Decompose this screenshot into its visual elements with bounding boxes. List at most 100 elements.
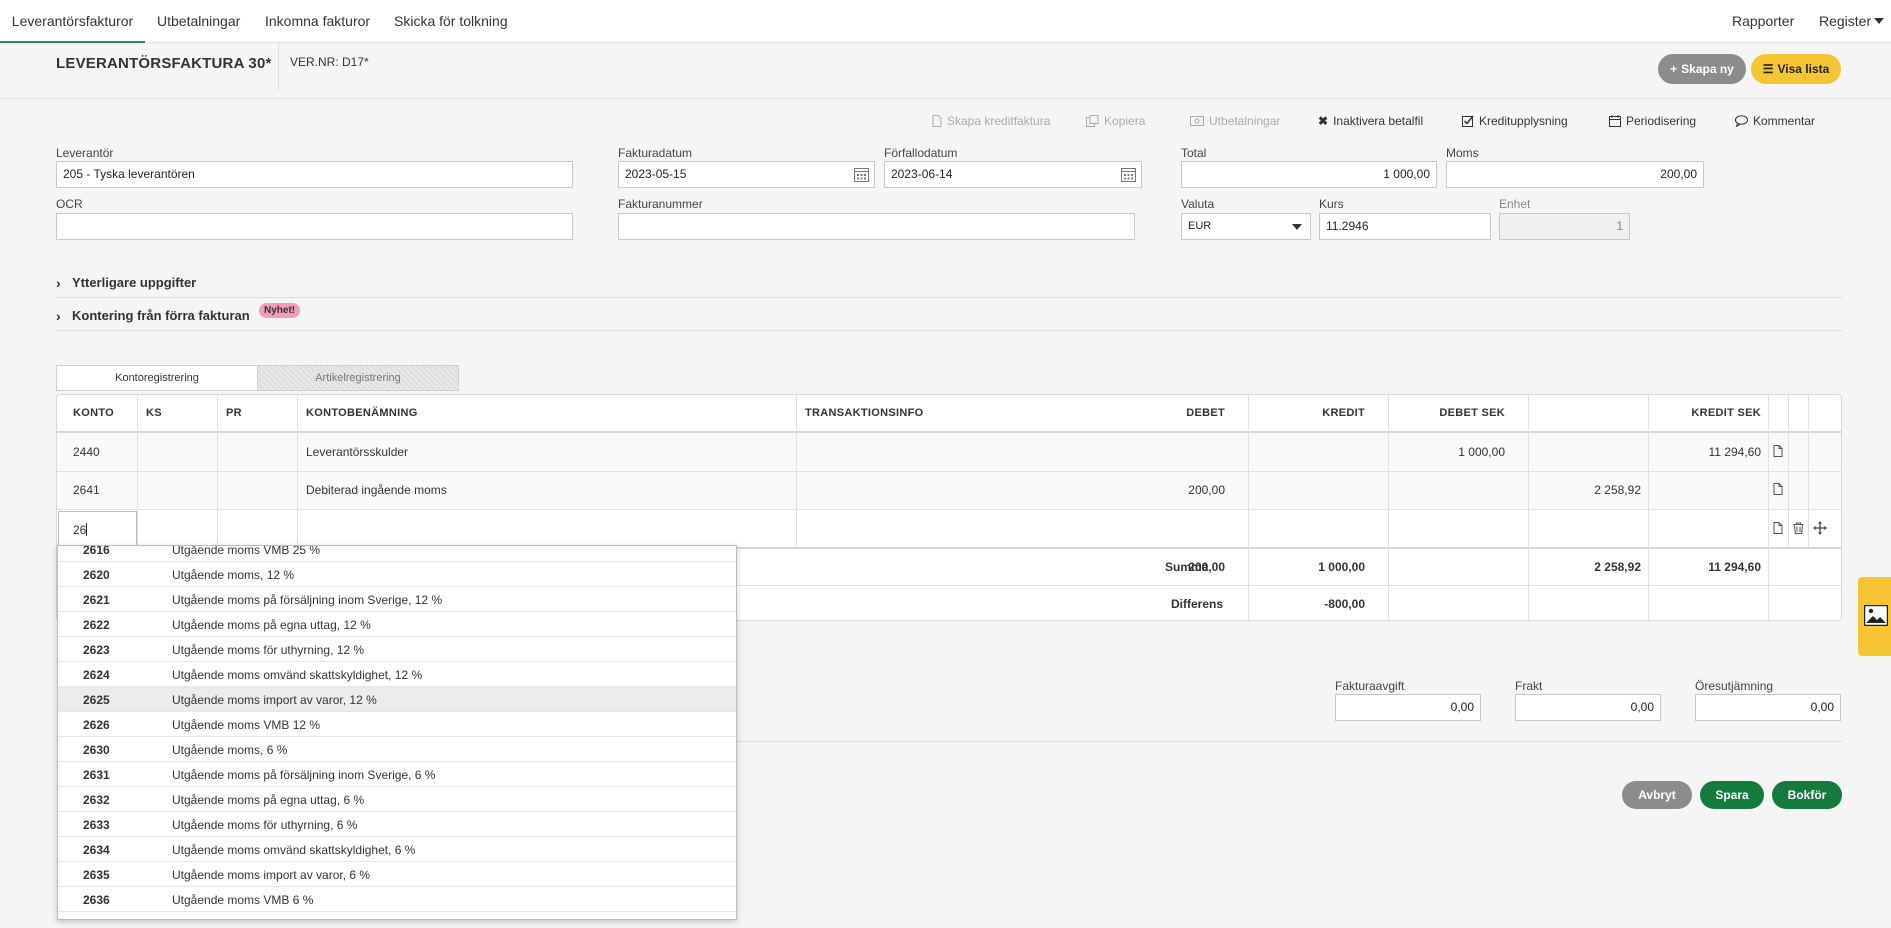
tab-skicka-for-tolkning[interactable]: Skicka för tolkning: [394, 0, 508, 43]
header-konto: KONTO: [73, 407, 115, 419]
comment-icon: [1735, 115, 1748, 127]
rounding-input[interactable]: 0,00: [1695, 694, 1841, 721]
header-account-name: KONTOBENÄMNING: [306, 407, 418, 419]
create-new-button[interactable]: + Skapa ny: [1658, 54, 1746, 84]
dropdown-item[interactable]: 2620 Utgående moms, 12 %: [58, 562, 736, 587]
currency-label: Valuta: [1181, 197, 1215, 211]
invoice-number-input[interactable]: [618, 213, 1135, 240]
due-date-input[interactable]: 2023-06-14: [884, 161, 1142, 188]
calendar-icon: [1609, 115, 1621, 127]
total-label: Total: [1181, 146, 1207, 160]
dropdown-item[interactable]: 2623 Utgående moms för uthyrning, 12 %: [58, 637, 736, 662]
dropdown-item[interactable]: 2621 Utgående moms på försäljning inom Sv…: [58, 587, 736, 612]
dropdown-item[interactable]: 2616 Utgående moms VMB 25 %: [58, 546, 736, 562]
account-name: Utgående moms på försäljning inom Sverig…: [172, 593, 443, 607]
calendar-icon[interactable]: [1121, 167, 1136, 182]
accrual-action[interactable]: Periodisering: [1609, 114, 1696, 128]
invoice-date-input[interactable]: 2023-05-15: [618, 161, 875, 188]
row1-konto[interactable]: 2440: [73, 445, 100, 459]
dropdown-item[interactable]: 2632 Utgående moms på egna uttag, 6 %: [58, 787, 736, 812]
divider: [278, 43, 279, 90]
dropdown-item[interactable]: 2631 Utgående moms på försäljning inom Sv…: [58, 762, 736, 787]
row2-debet-sek: 2 258,92: [1594, 483, 1641, 497]
account-code: 2630: [83, 743, 110, 757]
copy-action[interactable]: Kopiera: [1086, 114, 1145, 128]
nav-rapporter[interactable]: Rapporter: [1732, 0, 1794, 43]
tab-inkomna-fakturor[interactable]: Inkomna fakturor: [265, 0, 370, 43]
account-name: Utgående moms VMB 12 %: [172, 718, 321, 732]
tab-article-registration[interactable]: Artikelregistrering: [257, 365, 459, 391]
section-previous-invoice[interactable]: › Kontering från förra fakturan Nyhet!: [56, 299, 1842, 331]
col-divider: [796, 395, 797, 547]
calendar-icon[interactable]: [854, 167, 869, 182]
section-additional-details[interactable]: › Ytterligare uppgifter: [56, 266, 1842, 298]
dropdown-item[interactable]: 2633 Utgående moms för uthyrning, 6 %: [58, 812, 736, 837]
header-transaction-info: TRANSAKTIONSINFO: [805, 407, 924, 419]
invoice-date-label: Fakturadatum: [618, 146, 693, 160]
tab-utbetalningar[interactable]: Utbetalningar: [157, 0, 240, 43]
rate-input[interactable]: 11.2946: [1319, 213, 1491, 240]
chevron-down-icon[interactable]: [1874, 18, 1884, 24]
konto-input-value: 26: [73, 523, 87, 537]
supplier-input[interactable]: 205 - Tyska leverantören: [56, 161, 573, 188]
tab-leverantorsfakturor[interactable]: Leverantörsfakturor: [0, 0, 145, 43]
move-icon[interactable]: [1813, 521, 1827, 535]
konto-input[interactable]: 26: [58, 511, 137, 547]
show-list-button[interactable]: ☰ Visa lista: [1751, 54, 1841, 84]
chevron-down-icon: [1292, 224, 1302, 230]
accrual-label: Periodisering: [1626, 114, 1697, 128]
freight-label: Frakt: [1515, 679, 1543, 693]
dropdown-item[interactable]: 2636 Utgående moms VMB 6 %: [58, 887, 736, 912]
freight-input[interactable]: 0,00: [1515, 694, 1661, 721]
credit-info-action[interactable]: Kreditupplysning: [1462, 114, 1568, 128]
dropdown-item[interactable]: 2625 Utgående moms import av varor, 12 %: [58, 687, 736, 712]
vat-input[interactable]: 200,00: [1446, 161, 1704, 188]
deactivate-paymentfile-action[interactable]: ✖ Inaktivera betalfil: [1318, 114, 1423, 128]
invoice-fee-input[interactable]: 0,00: [1335, 694, 1481, 721]
row2-debet[interactable]: 200,00: [1188, 483, 1225, 497]
summa-kredit: 1 000,00: [1318, 560, 1365, 574]
dropdown-item[interactable]: 2630 Utgående moms, 6 %: [58, 737, 736, 762]
image-upload-widget[interactable]: [1858, 577, 1891, 656]
row1-account-name: Leverantörsskulder: [306, 445, 409, 459]
account-code: 2633: [83, 818, 110, 832]
save-button[interactable]: Spara: [1700, 781, 1764, 809]
due-date-label: Förfallodatum: [884, 146, 958, 160]
col-divider: [217, 395, 218, 547]
currency-select[interactable]: EUR: [1181, 213, 1311, 240]
create-credit-invoice-action[interactable]: Skapa kreditfaktura: [932, 114, 1050, 128]
dropdown-item[interactable]: 2624 Utgående moms omvänd skattskyldighet…: [58, 662, 736, 687]
header-pr: PR: [226, 407, 242, 419]
document-icon[interactable]: [1773, 522, 1783, 534]
dropdown-item[interactable]: 2622 Utgående moms på egna uttag, 12 %: [58, 612, 736, 637]
document-icon[interactable]: [1773, 483, 1783, 495]
document-icon[interactable]: [1773, 445, 1783, 457]
cancel-button[interactable]: Avbryt: [1622, 781, 1692, 809]
row2-konto[interactable]: 2641: [73, 483, 100, 497]
account-name: Utgående moms på egna uttag, 6 %: [172, 793, 365, 807]
account-name: Utgående moms omvänd skattskyldighet, 12…: [172, 668, 423, 682]
header-kredit-sek: KREDIT SEK: [1691, 407, 1761, 419]
account-name: Utgående moms import av varor, 12 %: [172, 693, 377, 707]
page-title: LEVERANTÖRSFAKTURA 30*: [56, 55, 272, 72]
tab-account-registration[interactable]: Kontoregistrering: [56, 365, 258, 391]
account-code: 2634: [83, 843, 110, 857]
trash-icon[interactable]: [1793, 522, 1804, 534]
invoice-date-value: 2023-05-15: [625, 167, 687, 181]
divider: [737, 741, 1842, 742]
row1-kredit[interactable]: 1 000,00: [1458, 445, 1505, 459]
total-input[interactable]: 1 000,00: [1181, 161, 1437, 188]
dropdown-item[interactable]: 2634 Utgående moms omvänd skattskyldighet…: [58, 837, 736, 862]
row-divider: [57, 471, 1841, 472]
nav-register[interactable]: Register: [1819, 0, 1871, 43]
account-code: 2623: [83, 643, 110, 657]
dropdown-item[interactable]: 2626 Utgående moms VMB 12 %: [58, 712, 736, 737]
header-debet: DEBET: [1186, 407, 1225, 419]
currency-value: EUR: [1188, 220, 1212, 232]
payments-action[interactable]: Utbetalningar: [1190, 114, 1280, 128]
post-button[interactable]: Bokför: [1772, 781, 1842, 809]
comment-action[interactable]: Kommentar: [1735, 114, 1815, 128]
dropdown-item[interactable]: 2635 Utgående moms import av varor, 6 %: [58, 862, 736, 887]
ocr-input[interactable]: [56, 213, 573, 240]
account-code: 2625: [83, 693, 110, 707]
